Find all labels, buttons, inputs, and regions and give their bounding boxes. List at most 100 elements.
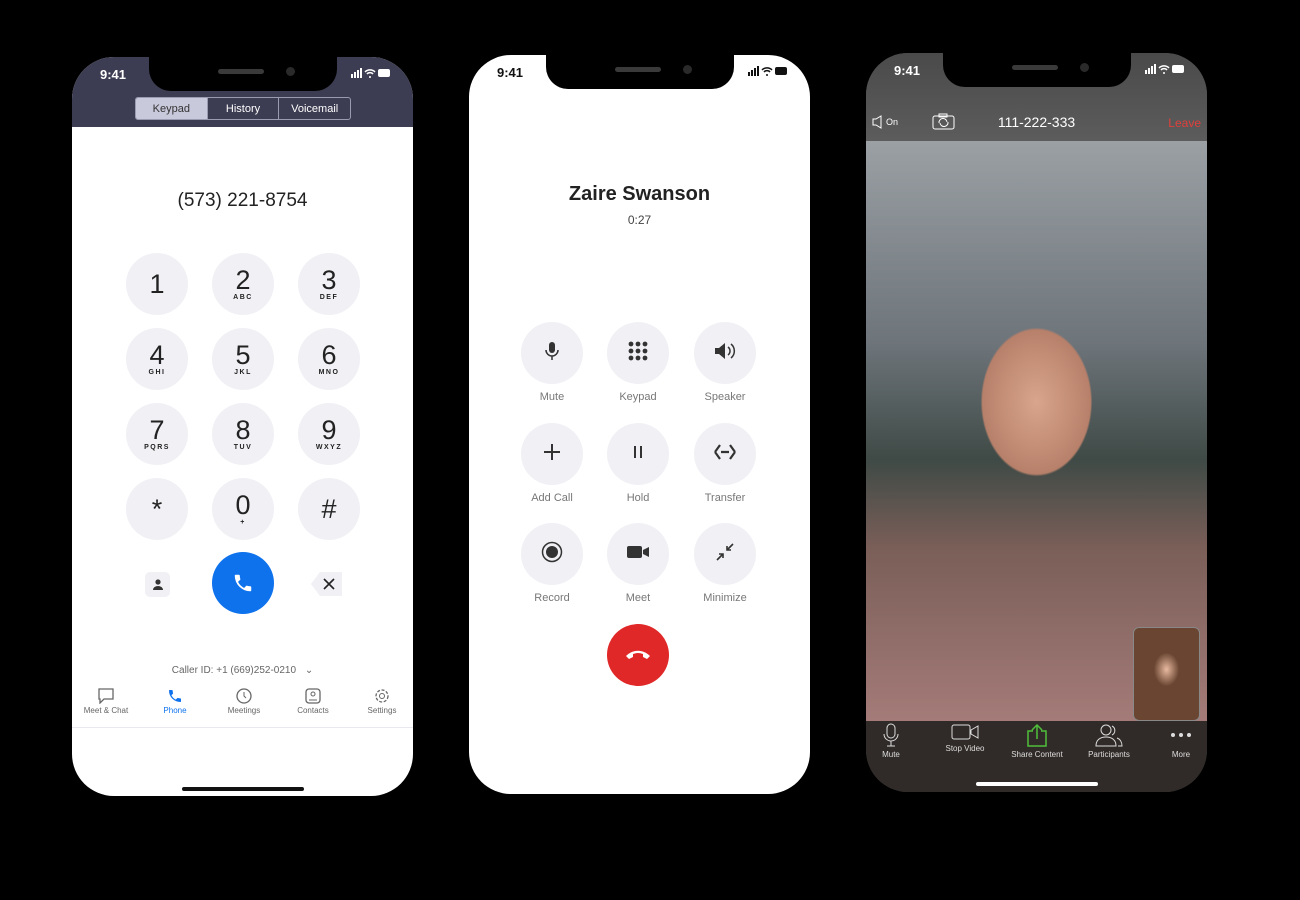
chevron-down-icon: ⌄ <box>304 665 314 676</box>
clock-icon <box>210 688 278 704</box>
dialed-number: (573) 221-8754 <box>177 190 308 211</box>
share-content-button[interactable]: Share Content <box>997 723 1077 759</box>
toolbar-label: Participants <box>1088 750 1130 759</box>
contacts-icon <box>279 688 347 704</box>
key-0[interactable]: 0 + <box>212 478 274 540</box>
key-6[interactable]: 6 MNO <box>298 328 360 390</box>
tab-history[interactable]: History <box>206 98 279 119</box>
participants-icon <box>1069 723 1149 747</box>
nav-meet-chat[interactable]: Meet & Chat <box>72 688 140 715</box>
phone-icon <box>234 574 252 592</box>
toolbar-label: Mute <box>882 750 900 759</box>
tab-keypad[interactable]: Keypad <box>136 98 207 119</box>
notch <box>943 53 1131 87</box>
hold-label: Hold <box>626 492 650 504</box>
key-letters: WXYZ <box>315 444 343 451</box>
key-#[interactable]: # <box>298 478 360 540</box>
transfer-button[interactable] <box>694 423 756 485</box>
key-9[interactable]: 9 WXYZ <box>298 403 360 465</box>
meet-button[interactable] <box>607 523 669 585</box>
mute-button[interactable]: Mute <box>866 723 931 759</box>
key-2[interactable]: 2 ABC <box>212 253 274 315</box>
signal-wifi-battery-icon <box>351 68 390 78</box>
notch <box>149 57 337 91</box>
minimize-icon <box>716 542 734 566</box>
divider <box>72 727 413 728</box>
key-digit: 8 <box>235 415 251 445</box>
key-*[interactable]: * <box>126 478 188 540</box>
self-video-thumbnail[interactable] <box>1133 627 1200 721</box>
key-letters: JKL <box>234 369 252 376</box>
meet-label: Meet <box>625 592 651 604</box>
toolbar-label: More <box>1171 750 1191 759</box>
key-digit: * <box>151 494 163 524</box>
notch <box>546 55 734 89</box>
status-icons <box>748 66 788 76</box>
key-3[interactable]: 3 DEF <box>298 253 360 315</box>
record-label: Record <box>534 592 570 604</box>
end-call-button[interactable] <box>607 624 669 686</box>
mute-button[interactable] <box>521 322 583 384</box>
key-1[interactable]: 1 <box>126 253 188 315</box>
plus-icon <box>543 443 561 466</box>
key-letters: PQRS <box>144 444 170 451</box>
more-icon <box>1141 723 1207 747</box>
key-5[interactable]: 5 JKL <box>212 328 274 390</box>
status-time: 9:41 <box>100 67 127 82</box>
speaker-label: Speaker <box>704 391 746 403</box>
nav-meetings[interactable]: Meetings <box>210 688 278 715</box>
status-time: 9:41 <box>497 65 524 80</box>
nav-label: Meetings <box>227 706 261 715</box>
status-icons <box>351 68 391 78</box>
minimize-label: Minimize <box>703 592 747 604</box>
stop-video-button[interactable]: Stop Video <box>925 723 1005 753</box>
key-letters: + <box>240 519 246 526</box>
toolbar-label: Share Content <box>1011 750 1063 759</box>
contact-button[interactable] <box>145 572 170 597</box>
keypad-phone: 9:41 Keypad History Voicemail (573) 221-87… <box>72 57 413 796</box>
key-4[interactable]: 4 GHI <box>126 328 188 390</box>
phone-icon <box>141 688 209 704</box>
record-button[interactable] <box>521 523 583 585</box>
key-7[interactable]: 7 PQRS <box>126 403 188 465</box>
keypad-tabs: Keypad History Voicemail <box>135 97 351 120</box>
key-digit: # <box>321 494 337 524</box>
keypad-button[interactable] <box>607 322 669 384</box>
mute-label: Mute <box>539 391 565 403</box>
tab-voicemail[interactable]: Voicemail <box>278 98 350 119</box>
leave-button[interactable]: Leave <box>1168 116 1201 130</box>
nav-settings[interactable]: Settings <box>348 688 413 715</box>
key-digit: 3 <box>321 265 337 295</box>
minimize-button[interactable] <box>694 523 756 585</box>
more-button[interactable]: More <box>1141 723 1207 759</box>
add-call-button[interactable] <box>521 423 583 485</box>
nav-contacts[interactable]: Contacts <box>279 688 347 715</box>
caller-name: Zaire Swanson <box>568 183 711 205</box>
caller-id: Caller ID: +1 (669)252-0210 <box>171 665 297 676</box>
backspace-button[interactable] <box>310 571 343 597</box>
key-letters: MNO <box>318 369 340 376</box>
call-phone: 9:41 Zaire Swanson 0:27 Mute Keypad Speake… <box>469 55 810 794</box>
nav-phone[interactable]: Phone <box>141 688 209 715</box>
keypad-label: Keypad <box>619 391 657 403</box>
call-button[interactable] <box>212 552 274 614</box>
person-icon <box>152 579 163 590</box>
home-indicator <box>181 787 304 791</box>
key-digit: 1 <box>149 269 165 299</box>
nav-label: Contacts <box>297 706 329 715</box>
chat-icon <box>72 688 140 704</box>
video-icon <box>626 545 650 564</box>
backspace-icon <box>311 572 342 596</box>
pause-icon <box>632 445 644 464</box>
status-time: 9:41 <box>894 63 921 78</box>
caller-id-select[interactable]: Caller ID: +1 (669)252-0210 ⌄ <box>72 665 413 676</box>
key-8[interactable]: 8 TUV <box>212 403 274 465</box>
key-digit: 7 <box>149 415 165 445</box>
gear-icon <box>348 688 413 704</box>
hold-button[interactable] <box>607 423 669 485</box>
signal-wifi-battery-icon <box>1145 64 1184 74</box>
speaker-button[interactable] <box>694 322 756 384</box>
key-digit: 2 <box>235 265 251 295</box>
participants-button[interactable]: Participants <box>1069 723 1149 759</box>
add-call-label: Add Call <box>531 492 573 504</box>
